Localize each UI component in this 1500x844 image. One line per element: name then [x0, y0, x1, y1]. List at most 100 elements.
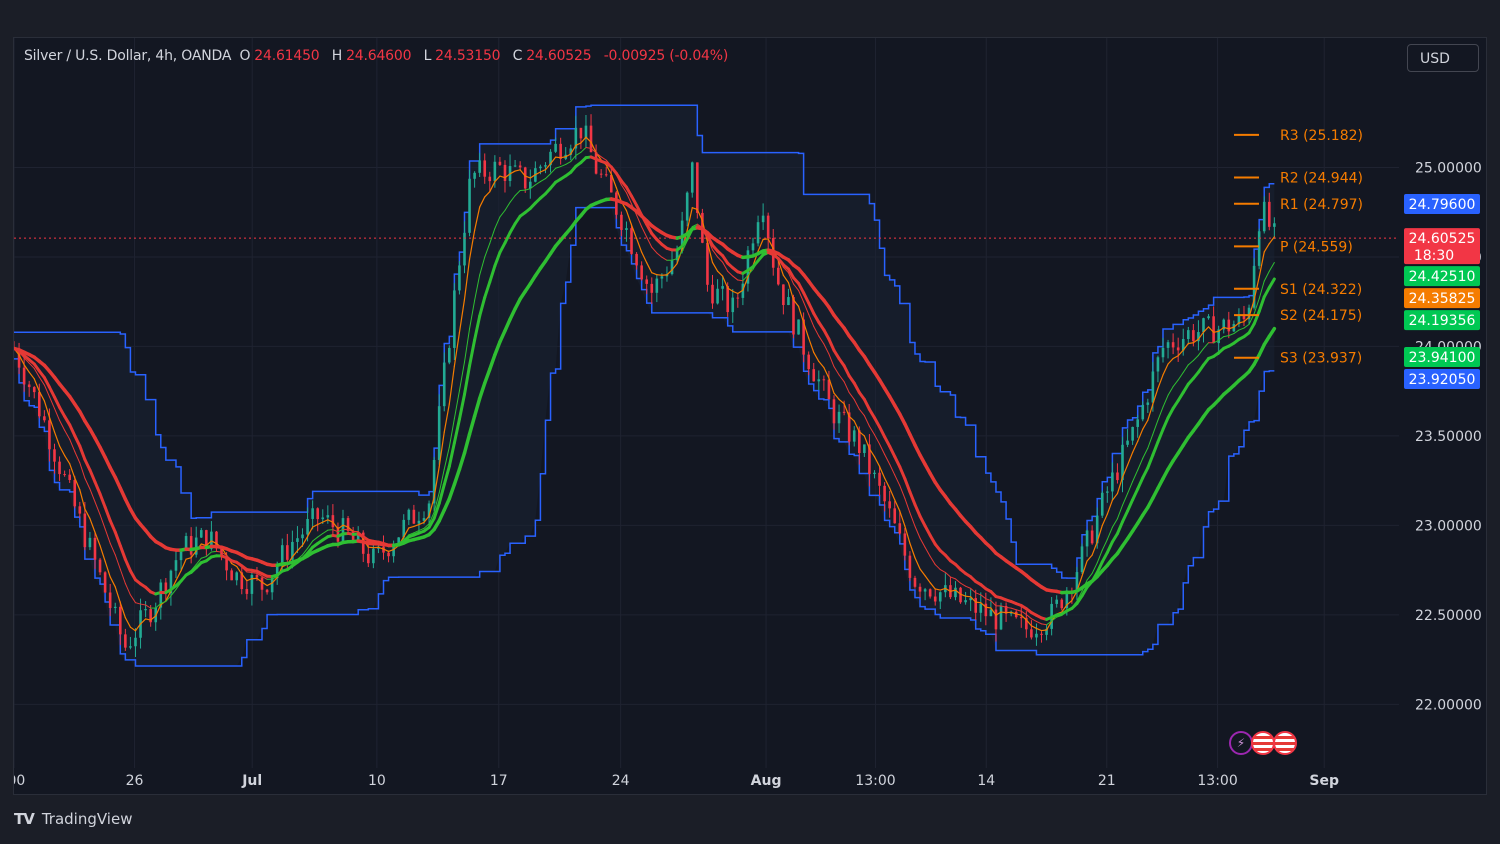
symbol-name[interactable]: Silver / U.S. Dollar, 4h, OANDA	[24, 48, 231, 64]
candle-body	[938, 592, 942, 602]
lightning-icon[interactable]: ⚡	[1229, 731, 1253, 755]
brand-name: TradingView	[41, 810, 133, 828]
candle-body	[797, 319, 800, 335]
candle-body	[863, 444, 866, 454]
candle-body	[615, 192, 618, 215]
y-tick-label: 22.50000	[1415, 608, 1482, 624]
candle-body	[93, 537, 97, 560]
candle-body	[63, 474, 66, 476]
close-value: C 24.60525	[512, 48, 592, 64]
candle-body	[387, 552, 390, 557]
candle-body	[1141, 404, 1145, 420]
candle-body	[888, 501, 891, 509]
pivot-level-label: S1 (24.322)	[1280, 282, 1362, 298]
candle-body	[1106, 491, 1109, 493]
candle-body	[458, 265, 461, 291]
candle-body	[706, 242, 709, 285]
candle-body	[321, 517, 325, 520]
ma-thin	[327, 529, 334, 531]
candle-body	[260, 577, 264, 590]
candle-body	[174, 560, 178, 571]
candle-body	[513, 165, 517, 167]
candle-body	[594, 152, 598, 174]
x-tick-label: 10	[368, 773, 386, 789]
candle-body	[766, 215, 770, 239]
candle-body	[1202, 318, 1205, 333]
candle-body	[787, 297, 790, 306]
x-tick-label: Jul	[241, 773, 262, 789]
candle-body	[1060, 599, 1064, 609]
ma-fast	[1187, 342, 1194, 345]
candle-body	[316, 508, 319, 520]
candle-body	[478, 160, 481, 173]
candle-body	[670, 260, 674, 275]
candle-body	[974, 598, 978, 613]
candle-body	[326, 515, 330, 518]
candle-body	[1171, 342, 1175, 348]
candle-body	[68, 474, 71, 481]
candle-body	[852, 430, 856, 442]
candle-body	[832, 399, 836, 424]
candle-body	[346, 518, 350, 531]
candle-body	[903, 533, 907, 556]
candle-body	[179, 550, 183, 561]
candle-body	[923, 589, 927, 592]
candle-body	[255, 574, 259, 578]
candle-body	[448, 347, 451, 363]
candlestick-chart[interactable]: R3 (25.182) R2 (24.944) R1 (24.797) P (24.5…	[14, 38, 1488, 796]
candle-body	[483, 160, 487, 177]
candle-body	[756, 222, 760, 244]
candle-body	[1146, 402, 1150, 405]
candle-body	[837, 411, 841, 424]
x-tick-label: 13:00	[855, 773, 895, 789]
price-badge-value: 24.79600	[1409, 197, 1476, 213]
low-value: L 24.53150	[423, 48, 501, 64]
candle-body	[503, 164, 507, 181]
x-tick-label: Sep	[1309, 773, 1339, 789]
ma-fast	[1000, 611, 1007, 614]
candle-body	[645, 279, 649, 284]
us-flag-icon[interactable]	[1251, 731, 1275, 755]
y-tick-label: 25.00000	[1415, 160, 1482, 176]
pivot-level-label: R1 (24.797)	[1280, 197, 1363, 213]
candle-body	[584, 125, 588, 139]
candle-body	[98, 559, 102, 573]
candle-body	[711, 284, 714, 304]
candle-body	[625, 228, 628, 230]
ma-fast	[964, 595, 972, 598]
candle-body	[842, 411, 846, 413]
us-flag-icon[interactable]	[1273, 731, 1297, 755]
candle-body	[27, 384, 31, 388]
candle-body	[1176, 347, 1180, 351]
candle-body	[53, 449, 56, 462]
candle-body	[908, 555, 912, 578]
ma-thin	[737, 279, 744, 282]
ma-fast	[656, 274, 663, 276]
candle-body	[306, 518, 309, 535]
candle-body	[442, 362, 446, 407]
candle-body	[857, 430, 861, 454]
candle-body	[468, 178, 471, 233]
candle-body	[544, 165, 547, 167]
candle-body	[1126, 440, 1129, 445]
candle-body	[726, 286, 729, 313]
price-badges: 24.79600 24.6052518:30 24.42510 24.35825 24.…	[1404, 193, 1480, 389]
chart-pane[interactable]: R3 (25.182) R2 (24.944) R1 (24.797) P (24.5…	[13, 37, 1487, 795]
candle-body	[1035, 633, 1038, 638]
candle-body	[1090, 530, 1094, 544]
candle-body	[579, 127, 583, 139]
candle-body	[134, 637, 137, 647]
candle-body	[1151, 371, 1155, 403]
candle-body	[1187, 330, 1190, 340]
candle-body	[245, 589, 249, 594]
candle-body	[604, 174, 608, 176]
tradingview-brand[interactable]: TV TradingView	[14, 810, 132, 828]
candle-body	[129, 646, 132, 648]
candle-body	[1156, 357, 1160, 372]
y-tick-label: 23.50000	[1415, 429, 1482, 445]
candle-body	[270, 578, 274, 593]
pivot-level-label: S2 (24.175)	[1280, 308, 1362, 324]
currency-button[interactable]: USD	[1407, 44, 1479, 72]
candle-body	[78, 506, 82, 514]
candle-body	[1116, 472, 1119, 481]
